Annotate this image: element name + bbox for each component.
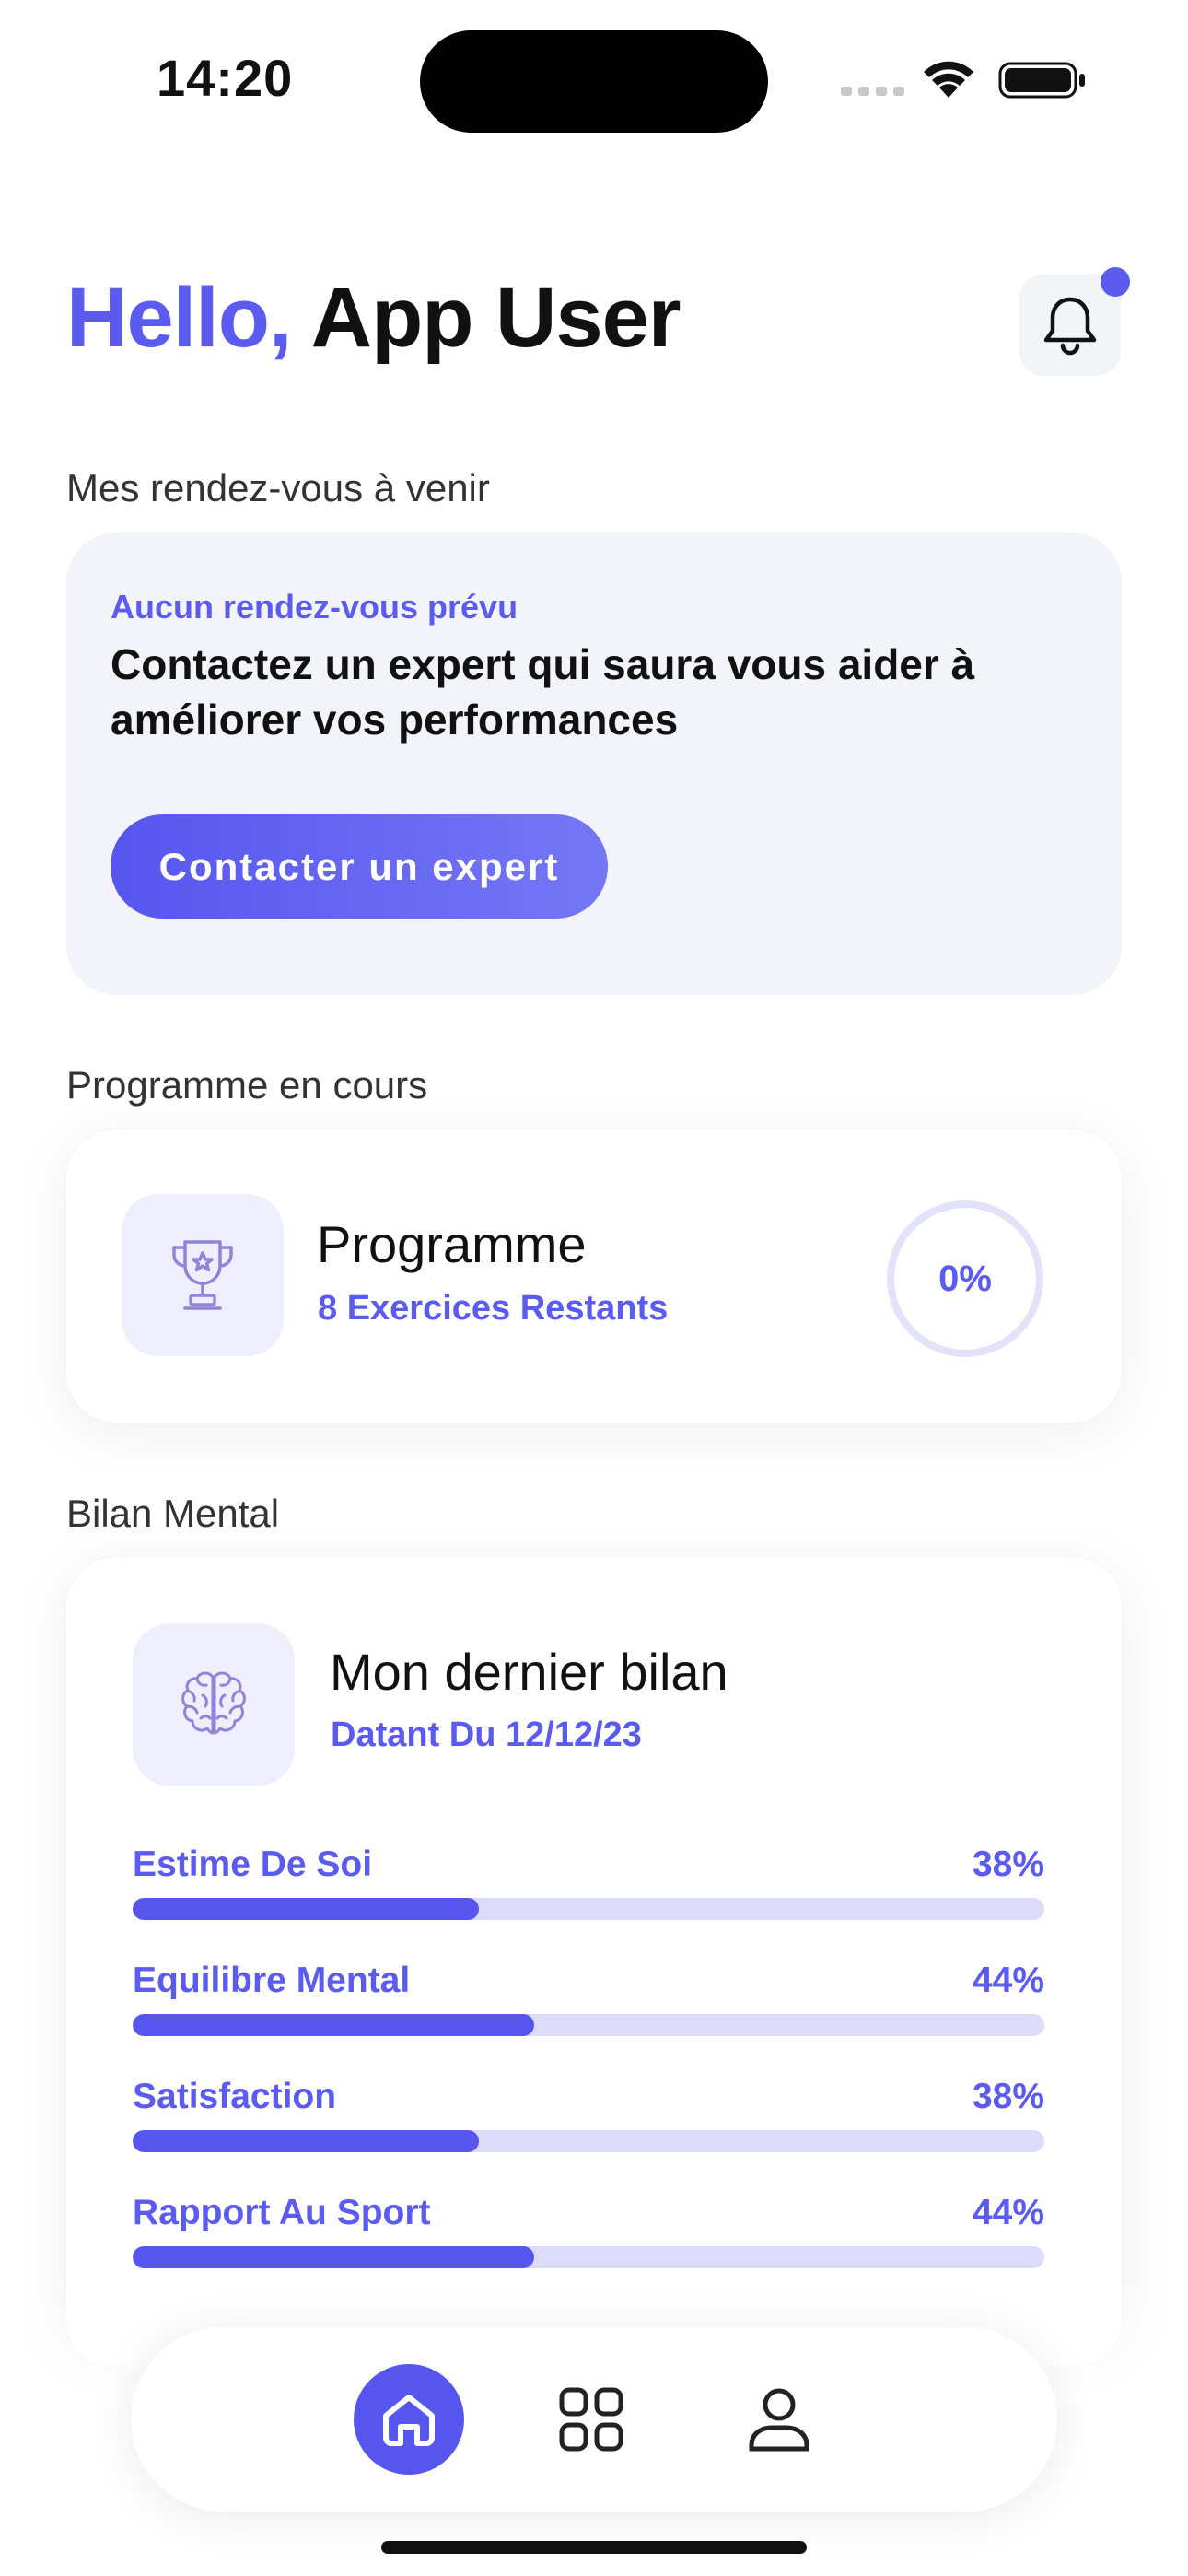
- greeting-title: Hello, App User: [66, 267, 681, 369]
- program-section-title: Programme en cours: [66, 1063, 428, 1107]
- trophy-icon: [172, 1240, 233, 1310]
- metric-satisfaction: Satisfaction 38%: [133, 2077, 1044, 2187]
- metric-track: [133, 2014, 1044, 2036]
- program-icon-tile: [122, 1194, 284, 1356]
- battery-icon: [998, 62, 1085, 99]
- home-indicator: [381, 2541, 807, 2554]
- greeting-user-name: App User: [310, 271, 681, 365]
- metric-label: Rapport Au Sport: [133, 2193, 431, 2232]
- bilan-icon-tile: [133, 1623, 295, 1786]
- profile-icon[interactable]: [744, 2384, 814, 2454]
- metric-label: Equilibre Mental: [133, 1961, 411, 2000]
- brain-icon: [181, 1671, 246, 1735]
- metric-track: [133, 2130, 1044, 2152]
- metric-estime-de-soi: Estime De Soi 38%: [133, 1844, 1044, 1955]
- nav-home-button[interactable]: [354, 2364, 464, 2475]
- metric-track: [133, 2246, 1044, 2268]
- metric-track: [133, 1898, 1044, 1920]
- metric-value: 44%: [972, 1961, 1044, 2000]
- program-remaining-exercises: 8 Exercices Restants: [318, 1289, 669, 1328]
- appointments-caption: Aucun rendez-vous prévu: [111, 588, 518, 626]
- metric-fill: [133, 1898, 480, 1920]
- program-card[interactable]: Programme 8 Exercices Restants 0%: [66, 1130, 1122, 1423]
- metric-fill: [133, 2014, 534, 2036]
- home-icon: [383, 2395, 435, 2446]
- metric-value: 38%: [972, 1844, 1044, 1884]
- metric-fill: [133, 2246, 534, 2268]
- bilan-title: Mon dernier bilan: [330, 1643, 728, 1701]
- program-title: Programme: [317, 1215, 587, 1273]
- greeting-hello: Hello,: [66, 271, 292, 365]
- metric-fill: [133, 2130, 480, 2152]
- bell-icon: [1043, 297, 1097, 356]
- appointments-message: Contactez un expert qui saura vous aider…: [111, 640, 975, 744]
- bilan-card[interactable]: Mon dernier bilan Datant Du 12/12/23 Est…: [66, 1557, 1122, 2368]
- dynamic-island: [420, 30, 768, 133]
- metric-value: 38%: [972, 2077, 1044, 2116]
- home-screen: 14:20 Hello, App User Mes rendez-vous à …: [0, 0, 1188, 2576]
- metric-label: Satisfaction: [133, 2077, 337, 2116]
- status-time: 14:20: [157, 49, 294, 107]
- grid-icon[interactable]: [558, 2386, 624, 2453]
- metric-label: Estime De Soi: [133, 1844, 373, 1884]
- wifi-icon: [924, 61, 973, 98]
- contact-expert-button[interactable]: Contacter un expert: [111, 814, 608, 919]
- bilan-section-title: Bilan Mental: [66, 1492, 280, 1535]
- cellular-signal-icon: [841, 87, 904, 96]
- appointments-section-title: Mes rendez-vous à venir: [66, 466, 490, 509]
- metric-value: 44%: [972, 2193, 1044, 2232]
- metric-equilibre-mental: Equilibre Mental 44%: [133, 1961, 1044, 2071]
- program-progress-label: 0%: [938, 1258, 992, 1299]
- appointments-card: Aucun rendez-vous prévu Contactez un exp…: [66, 533, 1122, 995]
- bilan-date: Datant Du 12/12/23: [331, 1715, 642, 1754]
- notification-badge: [1101, 267, 1130, 297]
